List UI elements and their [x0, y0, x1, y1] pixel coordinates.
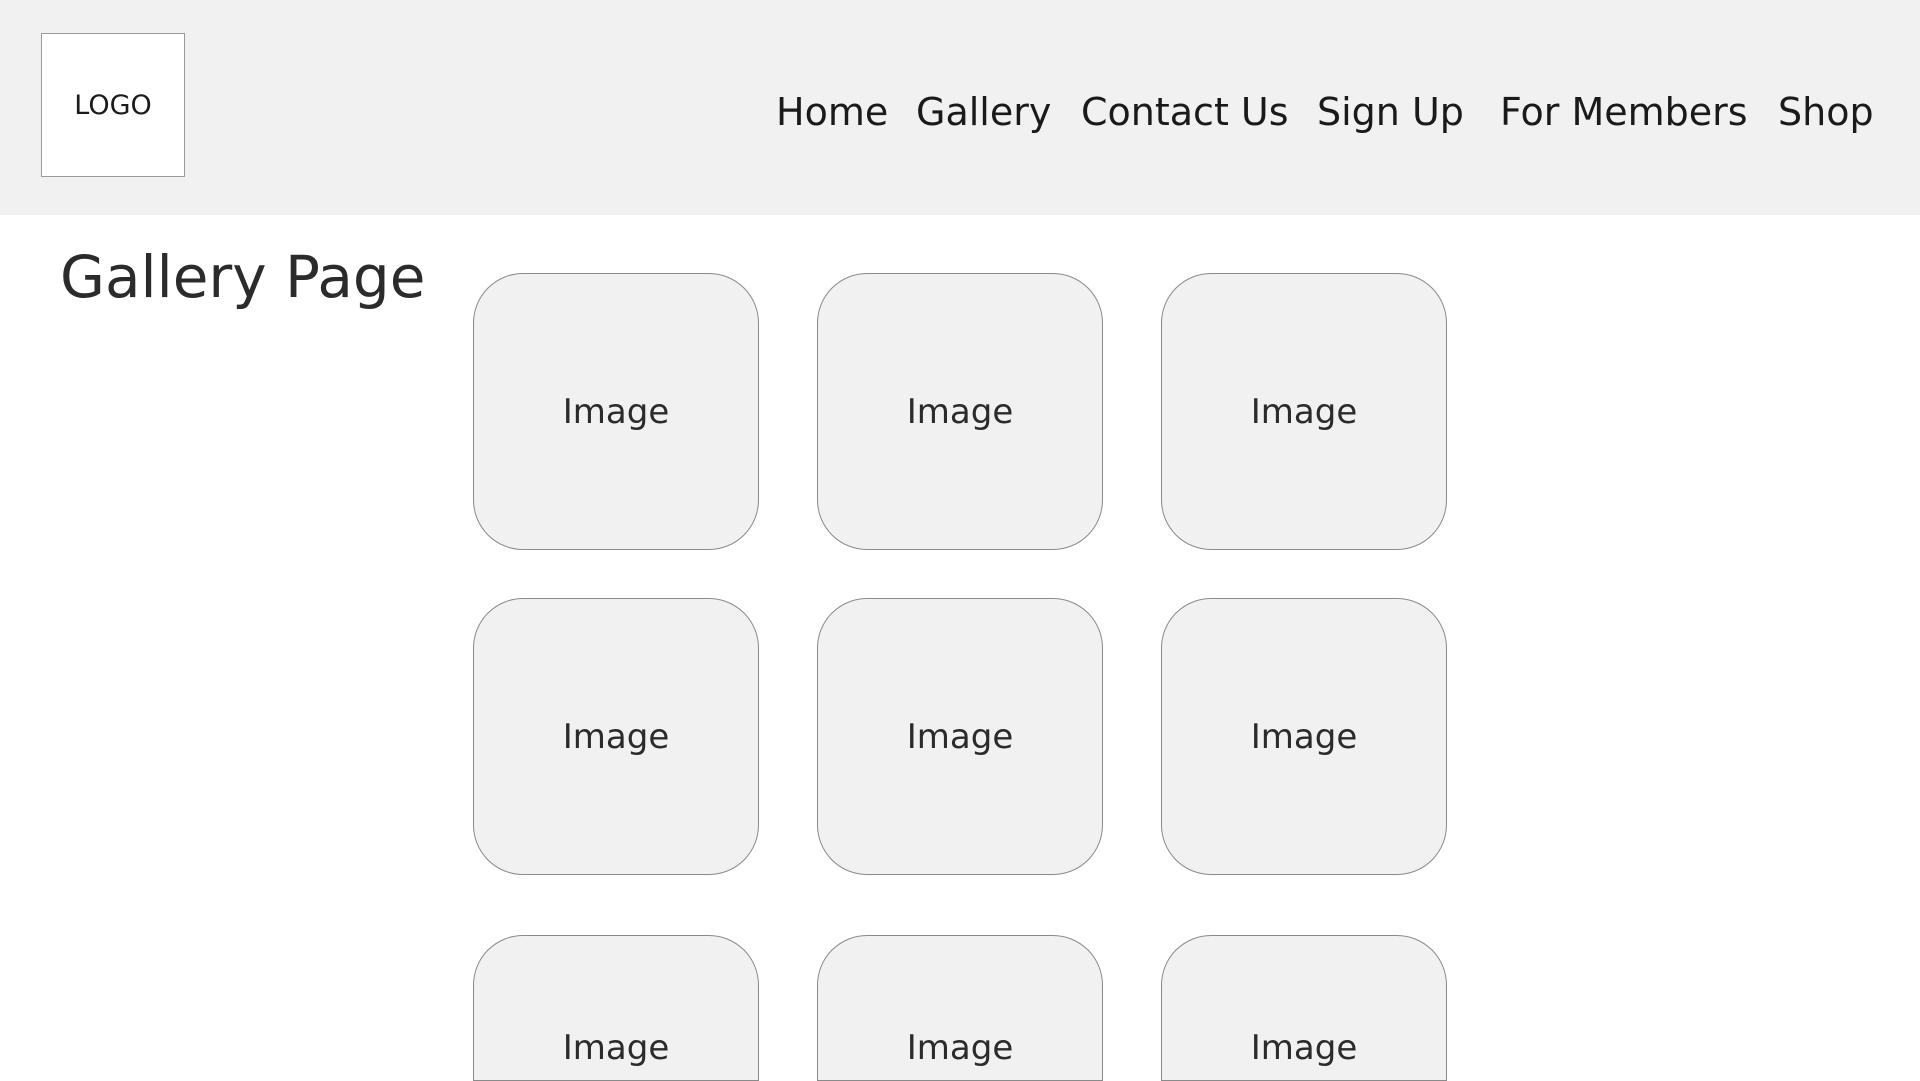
image-placeholder-label: Image: [1250, 391, 1358, 432]
gallery-image-tile[interactable]: Image: [817, 273, 1103, 550]
image-placeholder-label: Image: [906, 391, 1014, 432]
gallery-image-tile[interactable]: Image: [817, 598, 1103, 875]
gallery-image-tile[interactable]: Image: [473, 598, 759, 875]
gallery-image-tile[interactable]: Image: [1161, 273, 1447, 550]
gallery-image-tile[interactable]: Image: [1161, 935, 1447, 1081]
gallery-image-tile[interactable]: Image: [473, 273, 759, 550]
image-placeholder-label: Image: [1250, 716, 1358, 757]
gallery-image-tile[interactable]: Image: [817, 935, 1103, 1081]
image-placeholder-label: Image: [562, 1028, 670, 1068]
gallery-image-tile[interactable]: Image: [1161, 598, 1447, 875]
image-placeholder-label: Image: [1250, 1028, 1358, 1068]
image-placeholder-label: Image: [906, 1028, 1014, 1068]
image-placeholder-label: Image: [906, 716, 1014, 757]
image-placeholder-label: Image: [562, 391, 670, 432]
image-gallery: Image Image Image Image Image Image Imag…: [0, 0, 1920, 1081]
image-placeholder-label: Image: [562, 716, 670, 757]
gallery-image-tile[interactable]: Image: [473, 935, 759, 1081]
